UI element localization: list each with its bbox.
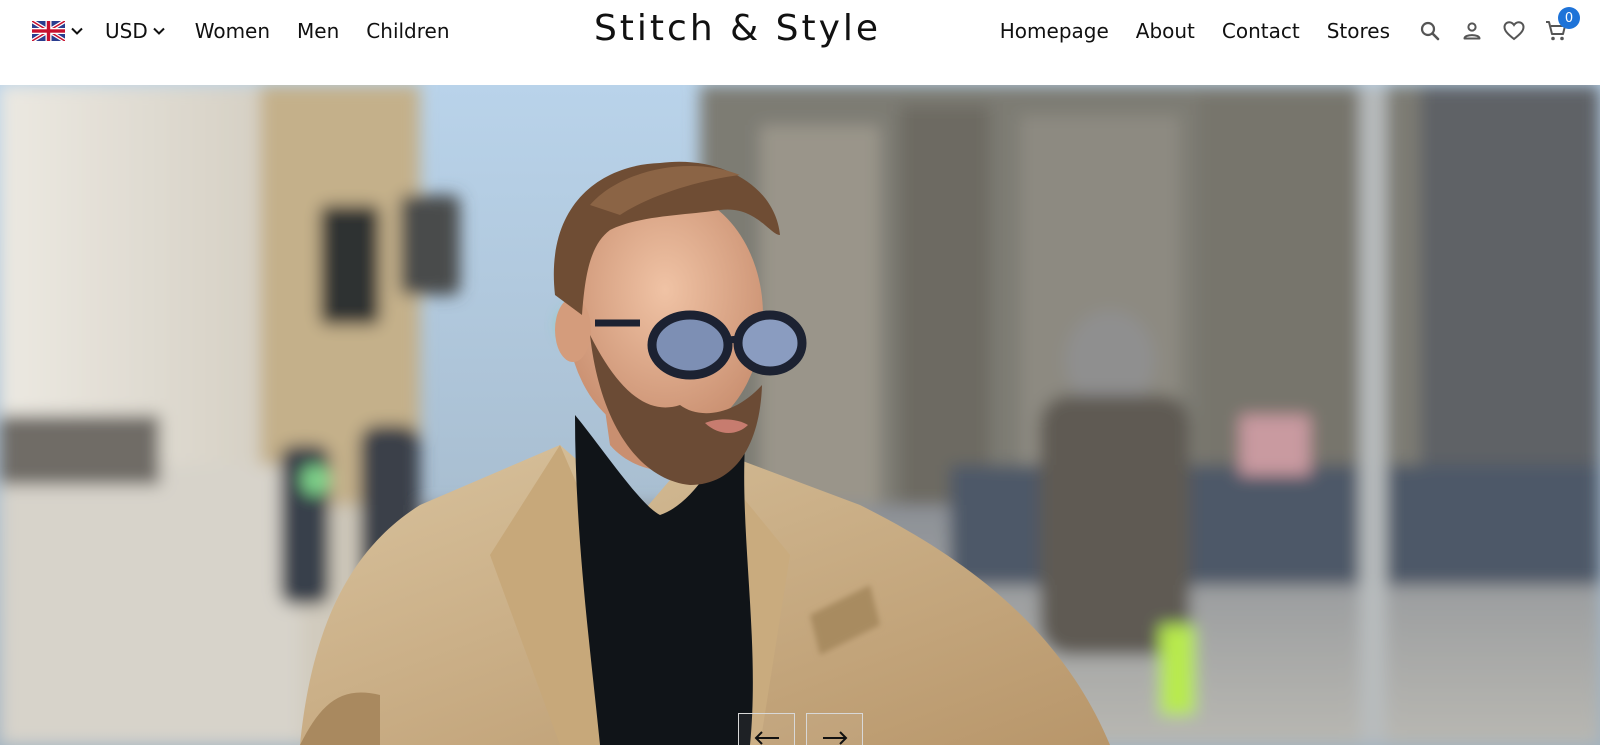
cart-button[interactable]: 0 bbox=[1544, 7, 1580, 43]
nav-link-contact[interactable]: Contact bbox=[1222, 19, 1300, 43]
hero-slider-controls bbox=[738, 713, 874, 745]
nav-link-stores[interactable]: Stores bbox=[1327, 19, 1390, 43]
top-navbar: USD Women Men Children Stitch & Style Ho… bbox=[0, 0, 1600, 85]
heart-icon bbox=[1503, 21, 1525, 41]
wishlist-button[interactable] bbox=[1502, 19, 1526, 43]
nav-link-about[interactable]: About bbox=[1136, 19, 1195, 43]
arrow-left-icon bbox=[754, 731, 779, 745]
hero-image bbox=[0, 85, 1600, 745]
cart-count-badge: 0 bbox=[1558, 7, 1580, 29]
account-button[interactable] bbox=[1460, 19, 1484, 43]
search-button[interactable] bbox=[1418, 19, 1442, 43]
hero-banner bbox=[0, 85, 1600, 745]
next-slide-button[interactable] bbox=[806, 713, 863, 745]
nav-link-homepage[interactable]: Homepage bbox=[1000, 19, 1109, 43]
arrow-right-icon bbox=[822, 731, 847, 745]
nav-right: Homepage About Contact Stores 0 bbox=[1000, 7, 1580, 50]
search-icon bbox=[1420, 21, 1440, 41]
prev-slide-button[interactable] bbox=[738, 713, 795, 745]
user-icon bbox=[1463, 22, 1481, 40]
